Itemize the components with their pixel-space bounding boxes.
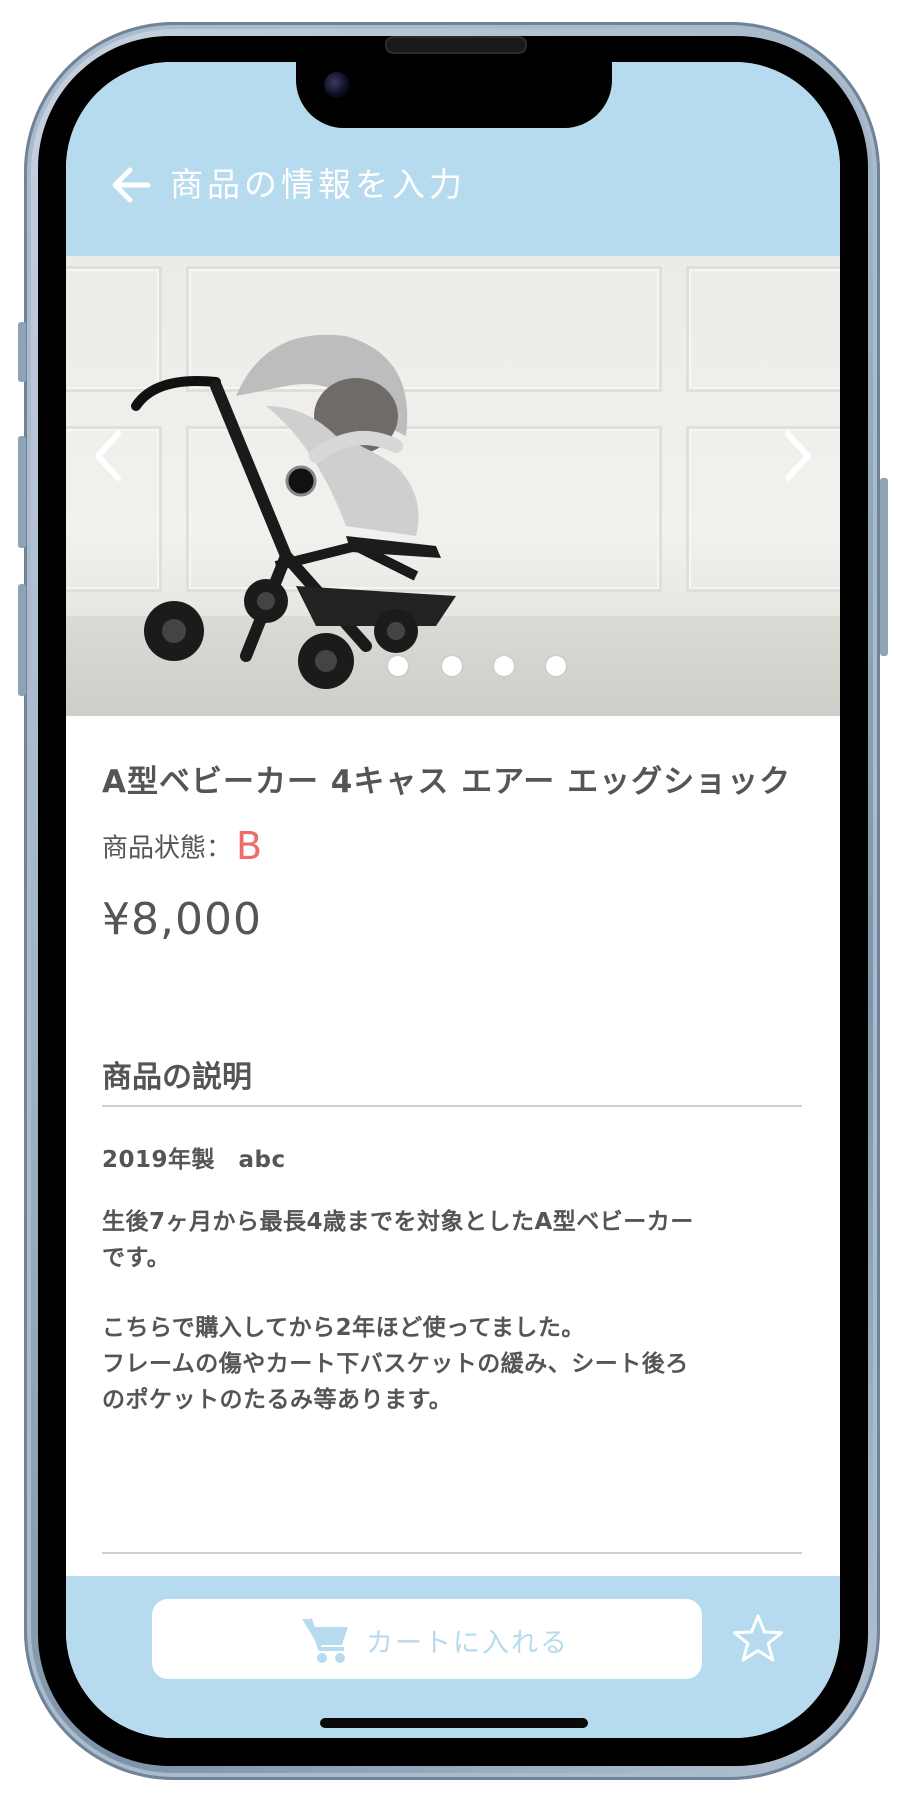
chevron-right-icon[interactable] (780, 426, 816, 486)
description-line: こちらで購入してから2年ほど使ってました。 (102, 1315, 585, 1341)
carousel-dot[interactable] (546, 656, 566, 676)
front-camera (324, 72, 350, 98)
wall-panel (686, 426, 840, 592)
cart-button-label: カートに入れる (366, 1628, 569, 1659)
power-button (880, 478, 888, 656)
star-icon[interactable] (732, 1613, 784, 1665)
product-price: ¥8,000 (102, 894, 262, 945)
chevron-left-icon[interactable] (90, 426, 126, 486)
condition-row: 商品状態： B (102, 824, 262, 868)
carousel-dot[interactable] (442, 656, 462, 676)
description-line: です。 (102, 1245, 171, 1271)
arrow-left-icon[interactable] (110, 164, 152, 206)
stroller-image (131, 334, 456, 689)
page-title: 商品の情報を入力 (170, 165, 466, 204)
screen: 商品の情報を入力 A型ベビーカー 4キャス エアー エッグショック 商品状態： … (66, 62, 840, 1738)
description-line: 生後7ヶ月から最長4歳までを対象としたA型ベビーカー (102, 1209, 694, 1235)
description-line: 2019年製 abc (102, 1147, 286, 1173)
carousel-dot[interactable] (494, 656, 514, 676)
cart-icon (302, 1618, 348, 1663)
volume-up-button (18, 436, 26, 548)
bottom-divider (102, 1552, 802, 1554)
wall-panel (686, 266, 840, 392)
silent-switch (18, 322, 26, 382)
speaker-grille (385, 36, 527, 54)
add-to-cart-button[interactable]: カートに入れる (152, 1599, 702, 1679)
footer-bar: カートに入れる (66, 1576, 840, 1738)
description-divider (102, 1105, 802, 1107)
description-heading: 商品の説明 (102, 1060, 252, 1095)
image-carousel[interactable] (66, 256, 840, 716)
condition-label: 商品状態： (102, 833, 233, 864)
carousel-dot[interactable] (388, 656, 408, 676)
condition-value: B (236, 824, 263, 868)
description-line: フレームの傷やカート下バスケットの緩み、シート後ろ (102, 1351, 689, 1377)
description-line: のポケットのたるみ等あります。 (102, 1387, 453, 1413)
volume-down-button (18, 584, 26, 696)
home-indicator (320, 1718, 588, 1728)
product-title: A型ベビーカー 4キャス エアー エッグショック (102, 764, 792, 800)
